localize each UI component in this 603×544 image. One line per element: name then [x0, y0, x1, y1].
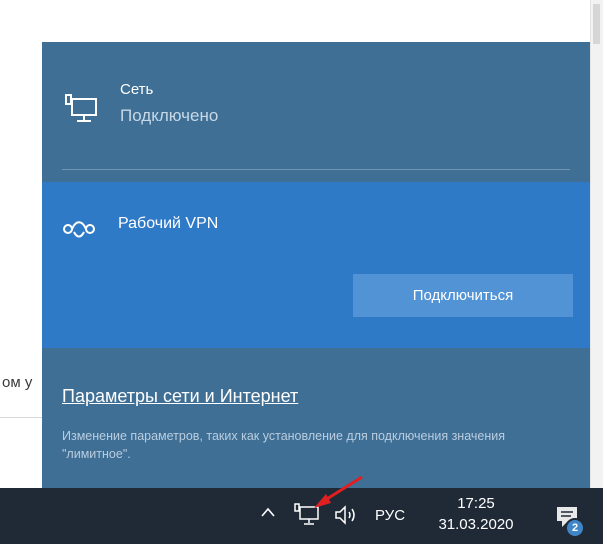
chevron-up-icon[interactable] [260, 506, 276, 518]
network-settings-link[interactable]: Параметры сети и Интернет [62, 386, 298, 407]
network-connection-item[interactable]: Сеть Подключено [42, 42, 590, 182]
clock-date[interactable]: 31.03.2020 [428, 516, 524, 533]
volume-icon[interactable] [333, 503, 361, 527]
network-flyout: Сеть Подключено Рабочий VPN Подключиться… [42, 42, 590, 488]
background-scrollbar-thumb[interactable] [593, 4, 600, 44]
language-indicator[interactable]: РУС [375, 507, 405, 524]
background-partial-text: ом у [2, 374, 33, 391]
background-scrollbar[interactable] [590, 0, 603, 488]
network-settings-description: Изменение параметров, таких как установл… [62, 429, 505, 461]
vpn-icon [63, 221, 95, 238]
wired-network-icon [65, 94, 97, 122]
vpn-name: Рабочий VPN [118, 215, 219, 232]
vpn-connection-item[interactable]: Рабочий VPN Подключиться [42, 182, 590, 348]
vpn-connect-button[interactable]: Подключиться [353, 274, 573, 317]
clock-time[interactable]: 17:25 [436, 495, 516, 512]
network-name: Сеть [120, 81, 154, 98]
taskbar: РУС 17:25 31.03.2020 2 [0, 488, 603, 544]
network-divider [62, 169, 570, 170]
network-status: Подключено [120, 106, 219, 125]
background-divider [0, 417, 42, 418]
notification-badge: 2 [565, 518, 585, 538]
network-icon[interactable] [294, 502, 320, 526]
